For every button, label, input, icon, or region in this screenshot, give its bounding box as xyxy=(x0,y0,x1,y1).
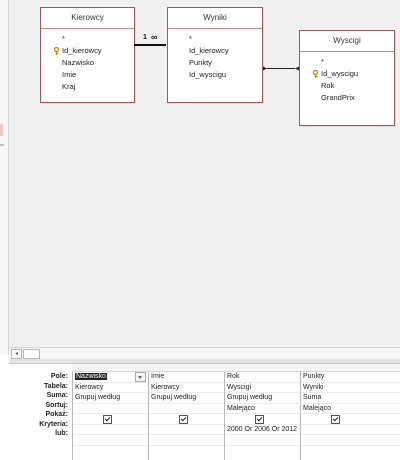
field-all[interactable]: * xyxy=(300,56,394,68)
show-cell[interactable] xyxy=(149,414,224,425)
row-label-pole: Pole: xyxy=(50,373,68,380)
criteria-cell[interactable] xyxy=(149,425,224,435)
field-rok[interactable]: Rok xyxy=(300,80,394,92)
show-cell[interactable] xyxy=(73,414,148,425)
grid-column-imie[interactable]: Imie Kierowcy Grupuj według xyxy=(148,372,224,460)
field-nazwisko[interactable]: Nazwisko xyxy=(41,57,134,69)
field-id-wyscigu[interactable]: Id_wyscigu xyxy=(168,69,262,81)
field-cell[interactable]: Punkty xyxy=(301,372,400,383)
scroll-thumb[interactable] xyxy=(23,349,40,359)
table-wyniki[interactable]: Wyniki * Id_kierowcy Punkty Id_wyscigu xyxy=(167,7,263,103)
table-cell[interactable]: Wyniki xyxy=(301,383,400,393)
field-cell[interactable]: Rok xyxy=(225,372,300,383)
total-cell[interactable]: Grupuj według xyxy=(225,393,300,404)
one-side-label: 1 xyxy=(143,34,147,41)
sort-cell[interactable] xyxy=(73,404,148,414)
field-id-wyscigu[interactable]: Id_wyscigu xyxy=(300,68,394,80)
or-cell[interactable] xyxy=(149,435,224,446)
show-checkbox[interactable] xyxy=(331,415,340,424)
row-label-lub: lub: xyxy=(55,430,68,437)
field-all[interactable]: * xyxy=(168,33,262,45)
table-title[interactable]: Wyscigi xyxy=(300,31,394,52)
show-cell[interactable] xyxy=(301,414,400,425)
grid-column-rok[interactable]: Rok Wyscigi Grupuj według Malejąco 2000 … xyxy=(224,372,300,460)
field-cell[interactable]: Imie xyxy=(149,372,224,383)
pane-divider-mark xyxy=(0,144,4,146)
or-cell[interactable] xyxy=(73,435,148,446)
or-cell[interactable] xyxy=(225,435,300,446)
field-all[interactable]: * xyxy=(41,33,134,45)
row-label-sortuj: Sortuj: xyxy=(45,401,68,409)
table-title[interactable]: Kierowcy xyxy=(41,8,134,29)
sort-cell[interactable]: Malejąco xyxy=(301,404,400,414)
field-imie[interactable]: Imie xyxy=(41,69,134,81)
field-kraj[interactable]: Kraj xyxy=(41,81,134,93)
row-label-suma: Suma: xyxy=(46,392,68,399)
criteria-cell[interactable]: 2000 Or 2006 Or 2012 xyxy=(225,425,300,435)
many-side-label: ∞ xyxy=(151,32,158,42)
show-checkbox[interactable] xyxy=(179,415,188,424)
show-checkbox[interactable] xyxy=(103,415,112,424)
field-id-kierowcy[interactable]: Id_kierowcy xyxy=(168,45,262,57)
row-label-pokaz: Pokaż: xyxy=(45,411,68,418)
field-id-kierowcy[interactable]: Id_kierowcy xyxy=(41,45,134,57)
query-design-grid[interactable]: Pole: Tabela: Suma: Sortuj: Pokaż: Kryte… xyxy=(9,364,400,460)
field-punkty[interactable]: Punkty xyxy=(168,57,262,69)
table-cell[interactable]: Kierowcy xyxy=(149,383,224,393)
total-cell[interactable]: Grupuj według xyxy=(73,393,148,404)
row-label-tabela: Tabela: xyxy=(44,382,68,390)
table-wyscigi[interactable]: Wyscigi * Id_wyscigu Rok GrandPrix xyxy=(299,30,395,126)
join-line-kierowcy-wyniki[interactable] xyxy=(134,44,166,46)
field-grandprix[interactable]: GrandPrix xyxy=(300,92,394,104)
primary-key-icon xyxy=(53,47,60,55)
grid-column-nazwisko[interactable]: Nazwisko Kierowcy Grupuj według xyxy=(72,372,148,460)
criteria-cell[interactable] xyxy=(73,425,148,435)
show-checkbox[interactable] xyxy=(255,415,264,424)
show-cell[interactable] xyxy=(225,414,300,425)
selected-object-marker xyxy=(0,124,3,136)
table-kierowcy[interactable]: Kierowcy * Id_kierowcy Nazwisko Imie Kra… xyxy=(40,7,135,103)
query-design-pane[interactable]: Kierowcy * Id_kierowcy Nazwisko Imie Kra… xyxy=(9,0,400,347)
scroll-left-button[interactable]: ◂ xyxy=(11,349,22,359)
grid-column-punkty[interactable]: Punkty Wyniki Suma Malejąco xyxy=(300,372,400,460)
total-cell[interactable]: Suma xyxy=(301,393,400,404)
column-selector-bar[interactable] xyxy=(72,364,400,372)
table-cell[interactable]: Wyscigi xyxy=(225,383,300,393)
criteria-cell[interactable] xyxy=(301,425,400,435)
primary-key-icon xyxy=(312,70,319,78)
dropdown-arrow-icon[interactable] xyxy=(135,372,146,382)
navigation-pane-edge xyxy=(0,0,9,355)
or-cell[interactable] xyxy=(301,435,400,446)
table-cell[interactable]: Kierowcy xyxy=(73,383,148,393)
join-arrow-icon xyxy=(263,66,299,71)
grid-row-labels: Pole: Tabela: Suma: Sortuj: Pokaż: Kryte… xyxy=(9,372,71,439)
total-cell[interactable]: Grupuj według xyxy=(149,393,224,404)
row-label-kryteria: Kryteria: xyxy=(39,420,68,428)
table-title[interactable]: Wyniki xyxy=(168,8,262,29)
sort-cell[interactable] xyxy=(149,404,224,414)
field-cell[interactable]: Nazwisko xyxy=(73,372,148,383)
sort-cell[interactable]: Malejąco xyxy=(225,404,300,414)
